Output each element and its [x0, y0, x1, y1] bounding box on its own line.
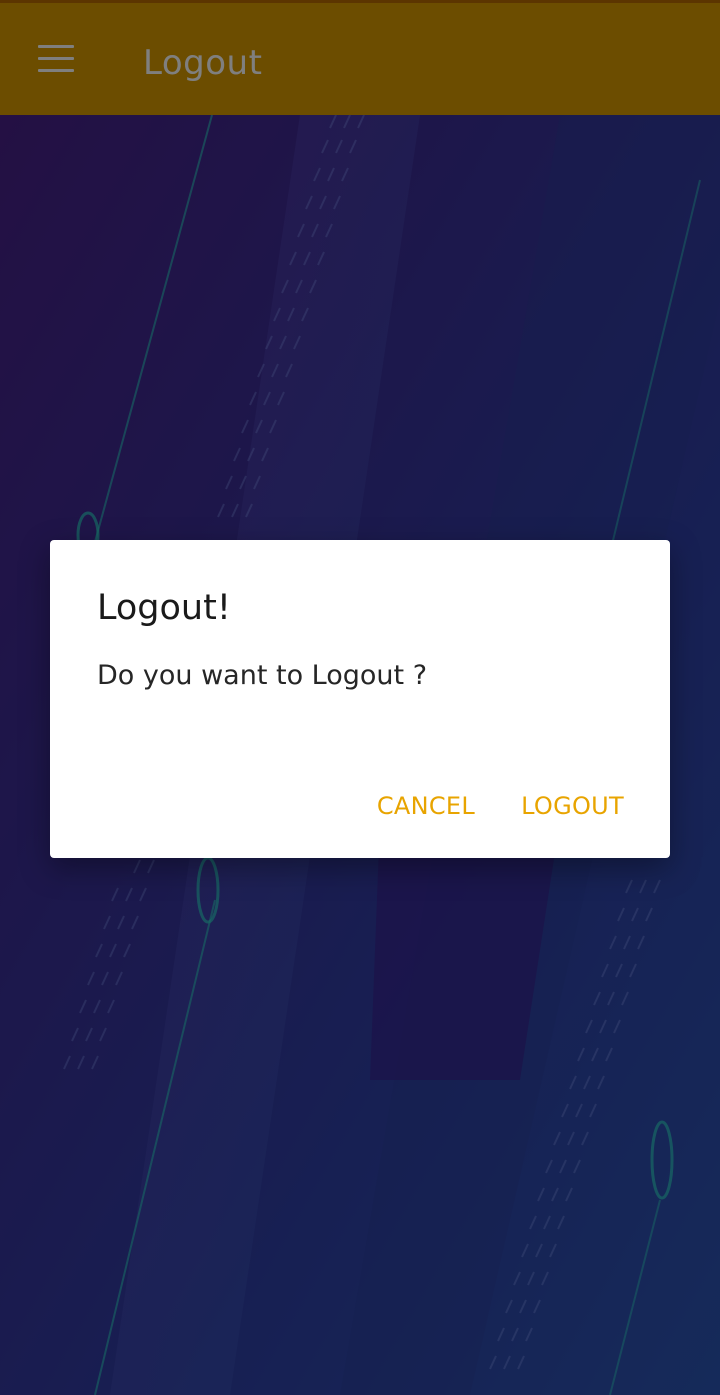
dialog-title: Logout! [97, 588, 231, 628]
logout-dialog: Logout! Do you want to Logout ? CANCEL L… [50, 540, 670, 858]
logout-button[interactable]: LOGOUT [521, 792, 624, 820]
dialog-message: Do you want to Logout ? [97, 660, 428, 691]
cancel-button[interactable]: CANCEL [377, 792, 475, 820]
dialog-actions: CANCEL LOGOUT [377, 792, 624, 820]
screen: Logout Logout! Do you want to Logout ? C… [0, 0, 720, 1395]
